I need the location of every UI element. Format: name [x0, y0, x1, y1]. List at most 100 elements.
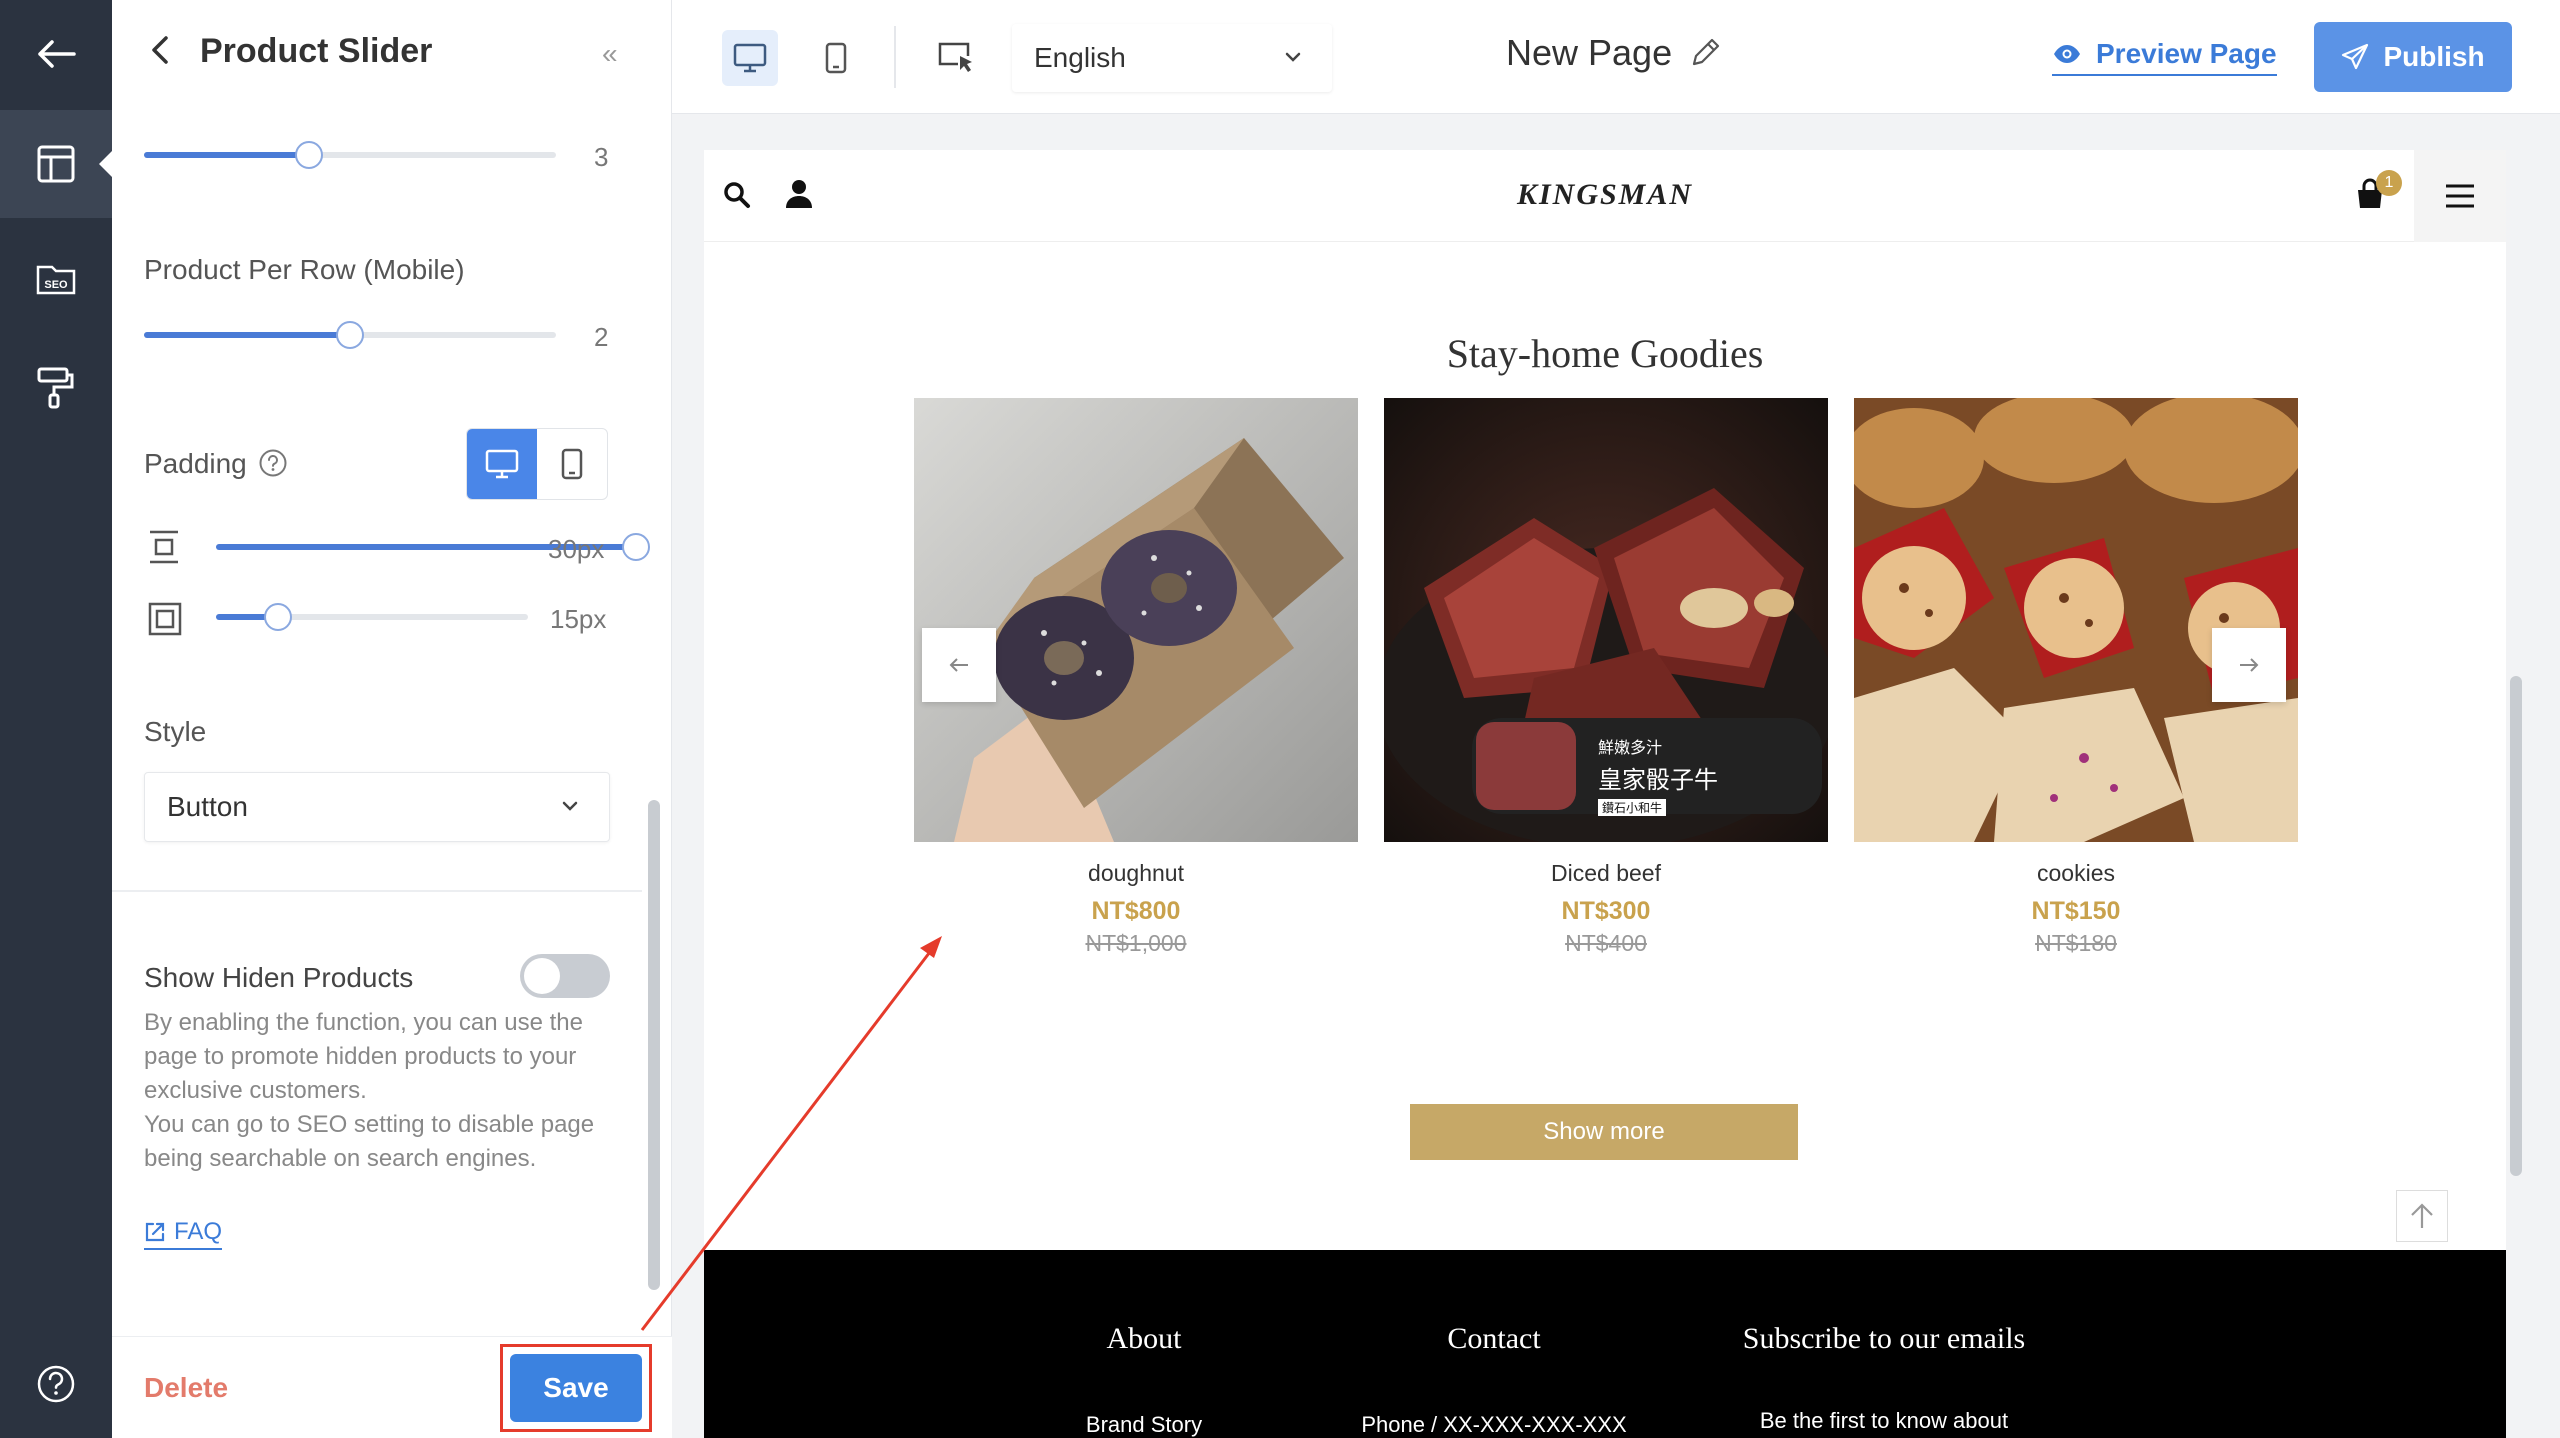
- product-card[interactable]: 鮮嫩多汁 皇家骰子牛 鑽石小和牛 Diced beef NT$300 NT$40…: [1384, 398, 1828, 957]
- panel-scrollbar[interactable]: [648, 800, 660, 1290]
- toggle-knob: [524, 958, 560, 994]
- slider-fill: [144, 332, 350, 338]
- paint-roller-icon[interactable]: [0, 334, 112, 442]
- slider-handle[interactable]: [264, 603, 293, 631]
- horizontal-padding-value: 15px: [550, 604, 607, 634]
- beef-badge-line3: 鑽石小和牛: [1598, 799, 1667, 816]
- products-per-row-desktop-value: 3: [594, 142, 609, 172]
- publish-button[interactable]: Publish: [2314, 22, 2512, 92]
- hamburger-menu-icon[interactable]: [2414, 150, 2506, 242]
- product-name[interactable]: doughnut: [914, 860, 1358, 887]
- slider-handle[interactable]: [622, 533, 650, 561]
- mobile-preview-icon[interactable]: [808, 30, 864, 86]
- beef-badge-line2: 皇家骰子牛: [1598, 766, 1718, 794]
- vertical-padding-value: 30px: [548, 534, 605, 564]
- question-circle-icon[interactable]: [258, 448, 288, 483]
- preview-page-label: Preview Page: [2096, 38, 2277, 69]
- page-title: New Page: [1506, 32, 1722, 74]
- layout-icon[interactable]: [0, 110, 113, 218]
- site-preview: KINGSMAN 1 Stay-home Goodies doughnut NT…: [704, 150, 2506, 1438]
- padding-device-toggle: [466, 428, 608, 500]
- product-original-price: NT$180: [2035, 930, 2117, 956]
- product-price: NT$300: [1561, 897, 1651, 925]
- style-selected-value: Button: [167, 791, 248, 822]
- back-arrow-icon[interactable]: [0, 0, 112, 108]
- product-image-diced-beef[interactable]: 鮮嫩多汁 皇家骰子牛 鑽石小和牛: [1384, 398, 1828, 842]
- show-more-button[interactable]: Show more: [1410, 1104, 1798, 1160]
- product-original-price: NT$400: [1565, 930, 1647, 956]
- beef-promo-badge: 鮮嫩多汁 皇家骰子牛 鑽石小和牛: [1598, 734, 1718, 816]
- help-icon[interactable]: [0, 1330, 112, 1438]
- save-button[interactable]: Save: [510, 1354, 642, 1422]
- chevron-down-icon: [562, 801, 578, 811]
- cart-count-badge: 1: [2376, 170, 2402, 196]
- pencil-icon[interactable]: [1688, 36, 1722, 70]
- horizontal-padding-slider[interactable]: [216, 603, 528, 631]
- faq-link[interactable]: FAQ: [144, 1218, 223, 1250]
- product-image-cookies[interactable]: [1854, 398, 2298, 842]
- site-header: KINGSMAN 1: [704, 150, 2506, 242]
- slider-handle[interactable]: [336, 321, 364, 349]
- slider-fill: [144, 152, 309, 158]
- vertical-padding-icon: [148, 530, 180, 569]
- show-hidden-products-toggle[interactable]: [520, 954, 610, 998]
- slider-handle[interactable]: [294, 141, 323, 169]
- eye-icon: [2054, 45, 2080, 63]
- style-label: Style: [144, 716, 207, 747]
- delete-button[interactable]: Delete: [144, 1372, 228, 1404]
- product-original-price: NT$1,000: [1085, 930, 1187, 956]
- show-hidden-products-help: By enabling the function, you can use th…: [144, 1009, 595, 1172]
- send-icon: [2342, 43, 2369, 70]
- site-brand-logo[interactable]: KINGSMAN: [704, 178, 2506, 212]
- slider-prev-button[interactable]: [922, 628, 996, 702]
- mobile-icon[interactable]: [537, 429, 607, 499]
- collapse-panel-icon[interactable]: «: [602, 38, 618, 70]
- footer-about-heading: About: [1106, 1322, 1182, 1355]
- toolbar-separator: [894, 26, 896, 88]
- products-per-row-mobile-label: Product Per Row (Mobile): [144, 254, 465, 285]
- faq-label: FAQ: [174, 1218, 223, 1245]
- horizontal-padding-icon: [148, 602, 182, 641]
- publish-label: Publish: [2383, 41, 2485, 72]
- section-title: Stay-home Goodies: [1446, 331, 1764, 376]
- desktop-icon[interactable]: [467, 429, 537, 499]
- desktop-preview-icon[interactable]: [722, 30, 778, 86]
- icon-rail: SEO: [0, 0, 113, 1438]
- canvas-scrollbar[interactable]: [2510, 676, 2522, 1176]
- show-hidden-products-label: Show Hiden Products: [144, 962, 414, 993]
- product-image-doughnut[interactable]: [914, 398, 1358, 842]
- editor-topbar: English New Page Preview Page Publish: [672, 0, 2560, 114]
- section-divider: [112, 890, 642, 892]
- footer-subscribe-text: Be the first to know about: [1759, 1408, 2009, 1433]
- footer-subscribe-heading: Subscribe to our emails: [1742, 1322, 2026, 1355]
- footer-subscribe: Subscribe to our emails Be the first to …: [1634, 1322, 2134, 1434]
- padding-label: Padding: [144, 448, 247, 479]
- preview-page-link[interactable]: Preview Page: [2052, 38, 2277, 76]
- footer-brand-story-link[interactable]: Brand Story: [944, 1412, 1344, 1438]
- style-select[interactable]: Button: [144, 772, 610, 842]
- slider-next-button[interactable]: [2212, 628, 2286, 702]
- chevron-down-icon: [1285, 52, 1301, 62]
- product-name[interactable]: cookies: [1854, 860, 2298, 887]
- footer-about: About Brand Story: [944, 1322, 1344, 1438]
- svg-text:SEO: SEO: [44, 279, 68, 291]
- settings-panel: Product Slider « 3 Product Per Row (Mobi…: [112, 0, 672, 1438]
- page-title-text: New Page: [1506, 32, 1673, 73]
- panel-title: Product Slider: [200, 32, 433, 70]
- language-select[interactable]: English: [1012, 24, 1332, 92]
- products-per-row-mobile-value: 2: [594, 322, 609, 352]
- arrow-up-icon: [2411, 1203, 2433, 1228]
- seo-icon[interactable]: SEO: [0, 224, 112, 332]
- select-element-icon[interactable]: [928, 30, 984, 86]
- arrow-left-icon: [949, 658, 968, 672]
- product-name[interactable]: Diced beef: [1384, 860, 1828, 887]
- language-selected-value: English: [1034, 42, 1126, 73]
- products-per-row-mobile-slider[interactable]: [144, 321, 556, 349]
- product-price: NT$800: [1091, 897, 1181, 925]
- back-to-top-button[interactable]: [2396, 1190, 2448, 1242]
- product-price: NT$150: [2031, 897, 2121, 925]
- chevron-left-icon[interactable]: [148, 34, 172, 71]
- external-link-icon: [145, 1222, 165, 1242]
- site-footer: About Brand Story Contact Phone / XX-XXX…: [704, 1250, 2506, 1438]
- products-per-row-desktop-slider[interactable]: [144, 141, 556, 169]
